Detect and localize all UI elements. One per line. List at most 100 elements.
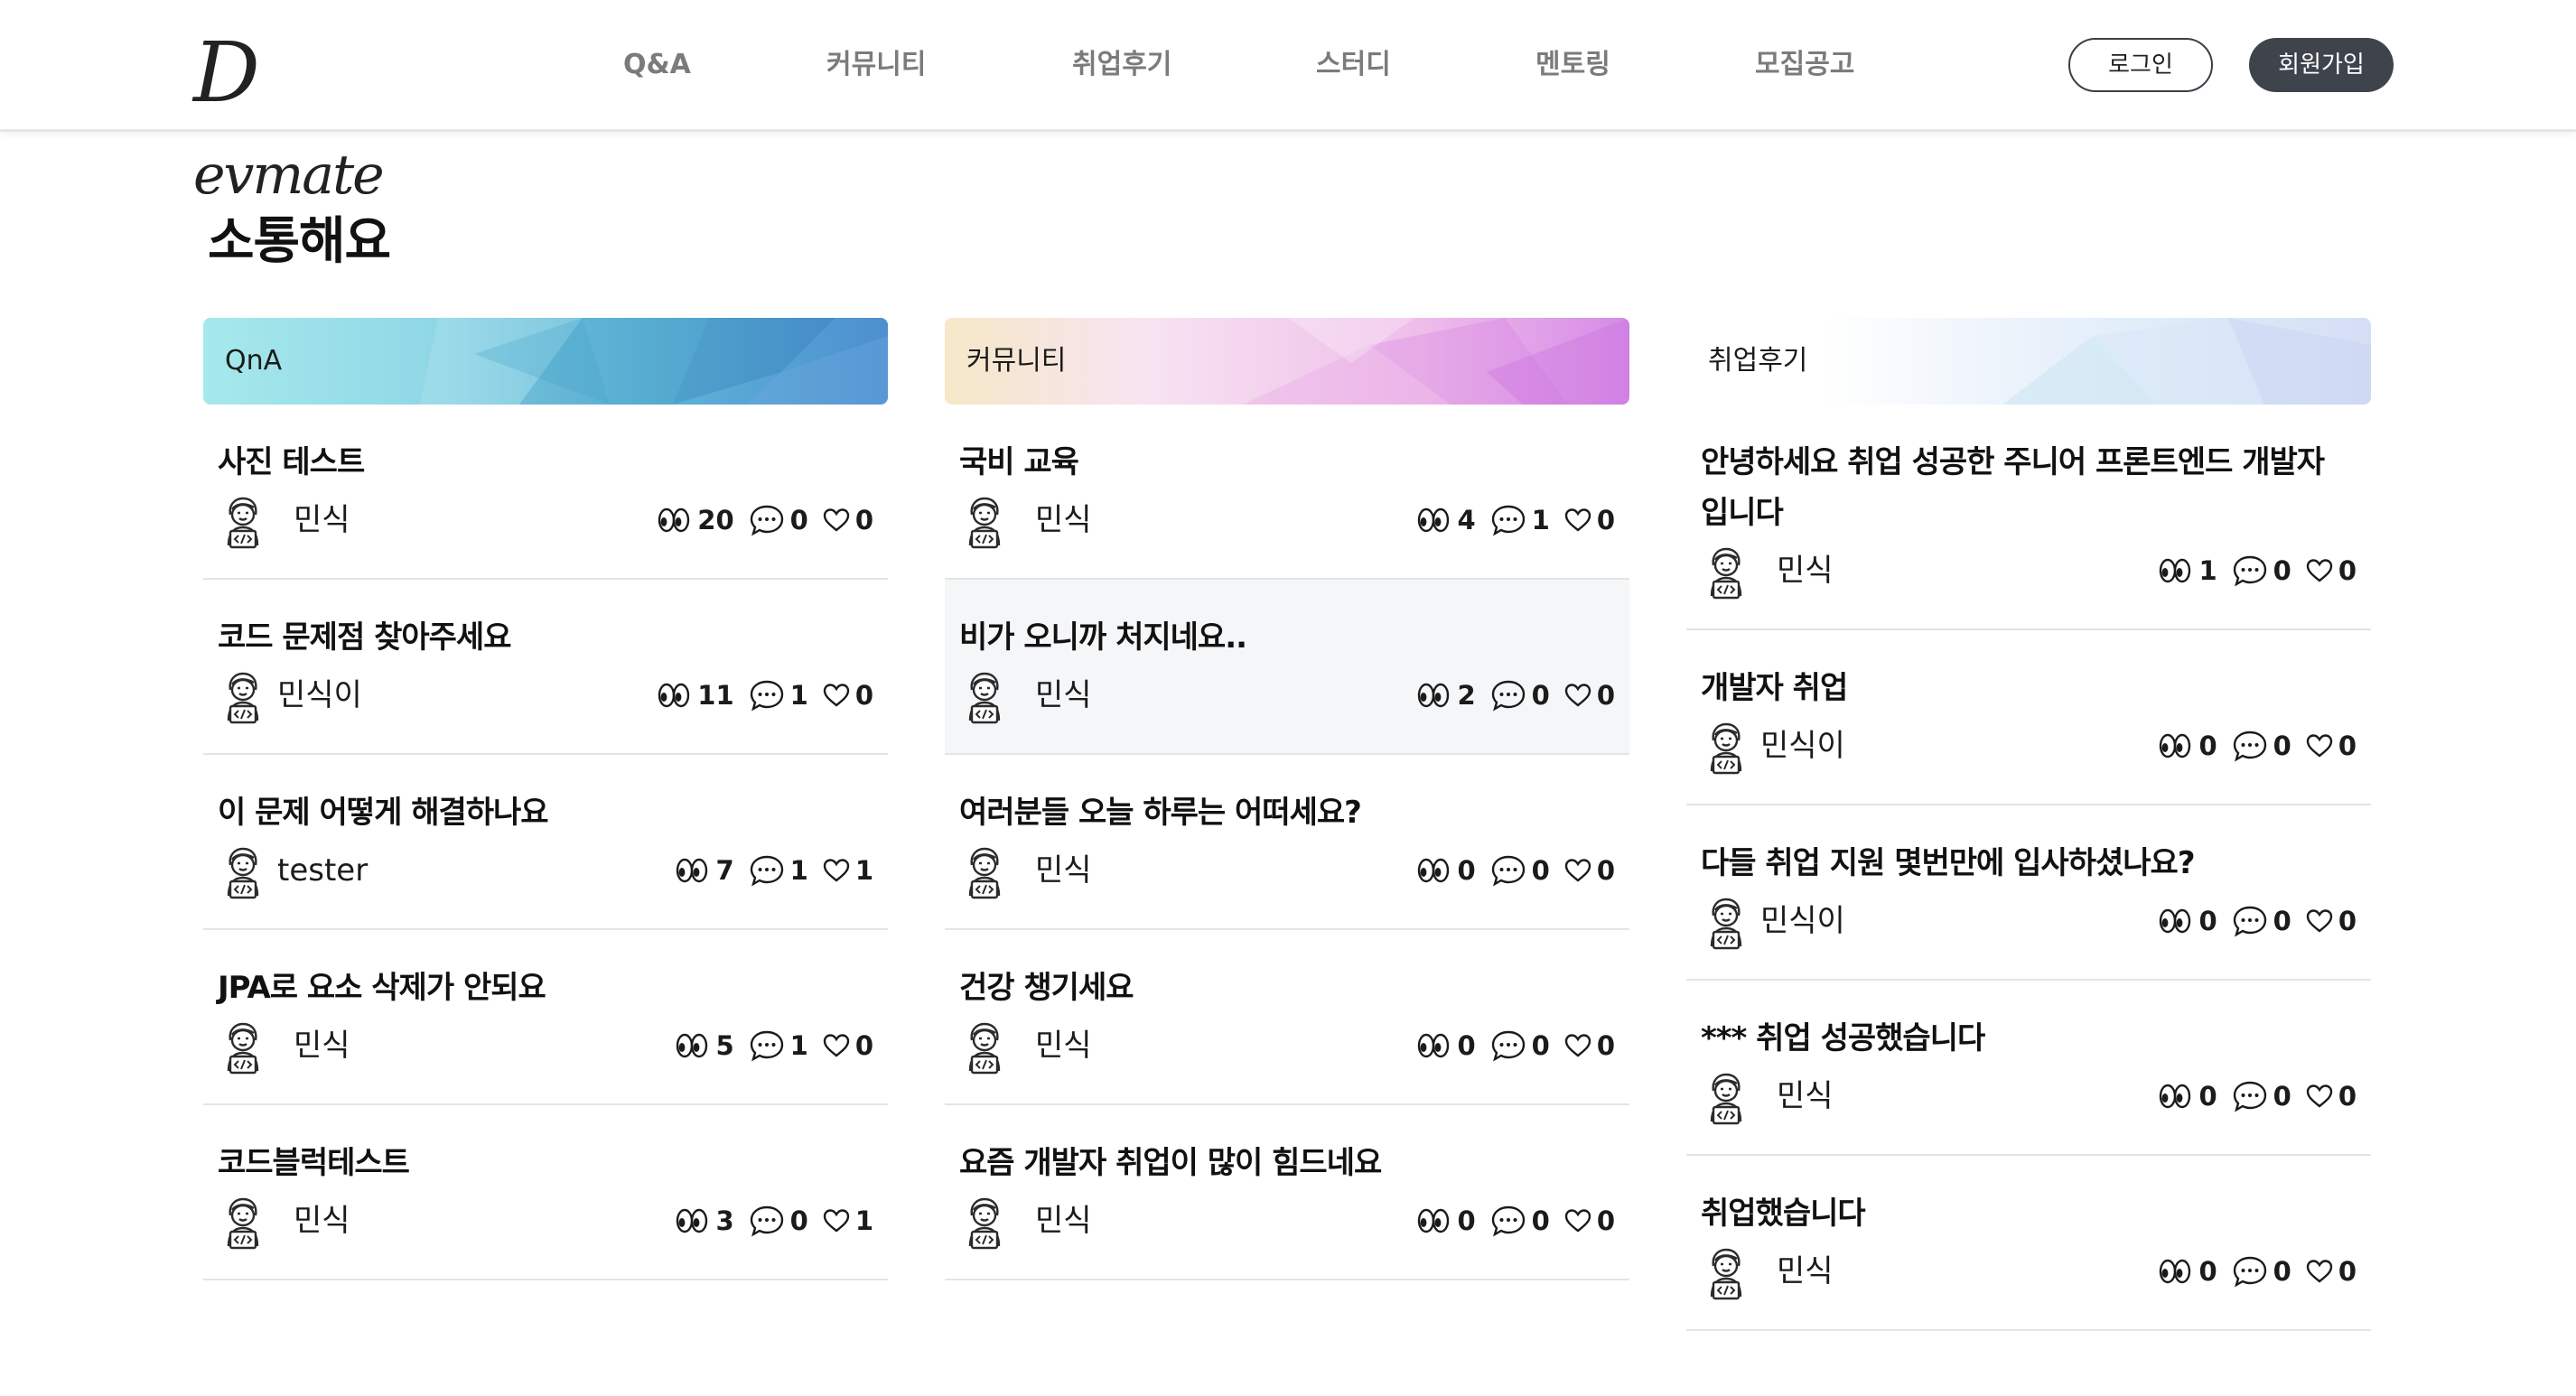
post-title[interactable]: 비가 오니까 처지네요.. bbox=[959, 612, 1591, 663]
speech-bubble-icon bbox=[1490, 1205, 1526, 1237]
like-count: 0 bbox=[823, 680, 873, 711]
post-stats: 0 0 0 bbox=[1415, 1019, 1615, 1073]
comment-count-value: 0 bbox=[1531, 855, 1550, 886]
post-item[interactable]: 요즘 개발자 취업이 많이 힘드네요 민식 0 0 0 bbox=[945, 1105, 1629, 1280]
post-item[interactable]: 건강 챙기세요 민식 0 0 0 bbox=[945, 930, 1629, 1105]
view-count-value: 2 bbox=[1457, 680, 1476, 711]
view-count: 0 bbox=[1415, 855, 1476, 886]
nav-job-reviews[interactable]: 취업후기 bbox=[1072, 42, 1171, 88]
developer-avatar-icon bbox=[959, 1020, 1010, 1075]
comment-count-value: 0 bbox=[1531, 680, 1550, 711]
view-count-value: 5 bbox=[715, 1030, 734, 1061]
post-item[interactable]: 코드 문제점 찾아주세요 민식이 11 1 0 bbox=[203, 580, 888, 755]
login-button[interactable]: 로그인 bbox=[2068, 38, 2213, 92]
post-title[interactable]: 안녕하세요 취업 성공한 주니어 프론트엔드 개발자입니다 bbox=[1701, 437, 2333, 538]
view-count: 11 bbox=[656, 680, 734, 711]
post-item[interactable]: JPA로 요소 삭제가 안되요 민식 5 1 0 bbox=[203, 930, 888, 1105]
developer-avatar-icon bbox=[1701, 721, 1751, 775]
comment-count: 1 bbox=[749, 854, 808, 887]
view-count: 7 bbox=[674, 855, 734, 886]
nav-community[interactable]: 커뮤니티 bbox=[826, 42, 926, 88]
job-reviews-board-header[interactable]: 취업후기 bbox=[1686, 318, 2371, 405]
post-author: 민식 bbox=[294, 1028, 350, 1064]
eyes-icon bbox=[656, 507, 692, 534]
like-count-value: 0 bbox=[2338, 906, 2357, 936]
post-title[interactable]: 건강 챙기세요 bbox=[959, 963, 1591, 1013]
comment-count: 1 bbox=[749, 679, 808, 712]
post-title[interactable]: 사진 테스트 bbox=[218, 437, 850, 488]
post-item[interactable]: 국비 교육 민식 4 1 0 bbox=[945, 405, 1629, 580]
devmate-logo[interactable]: Devmate bbox=[193, 16, 401, 207]
post-title[interactable]: 요즘 개발자 취업이 많이 힘드네요 bbox=[959, 1138, 1591, 1188]
post-title[interactable]: 코드블럭테스트 bbox=[218, 1138, 850, 1188]
post-author: 민식이 bbox=[1760, 903, 1845, 939]
community-board-header[interactable]: 커뮤니티 bbox=[945, 318, 1629, 405]
post-stats: 0 0 0 bbox=[2157, 1244, 2357, 1298]
post-title[interactable]: JPA로 요소 삭제가 안되요 bbox=[218, 963, 850, 1013]
nav-qna[interactable]: Q&A bbox=[623, 42, 691, 88]
post-item[interactable]: 안녕하세요 취업 성공한 주니어 프론트엔드 개발자입니다 민식 1 0 0 bbox=[1686, 405, 2371, 630]
nav-mentoring[interactable]: 멘토링 bbox=[1535, 42, 1610, 88]
speech-bubble-icon bbox=[2232, 905, 2268, 937]
community-column: 커뮤니티 국비 교육 민식 4 1 0 비가 오니까 처지네요.. 민식 2 0 0 여러분들 오늘 … bbox=[945, 318, 1629, 1280]
post-author: 민식이 bbox=[1760, 728, 1845, 764]
nav-recruitment[interactable]: 모집공고 bbox=[1755, 42, 1854, 88]
eyes-icon bbox=[674, 857, 710, 884]
comment-count-value: 0 bbox=[2273, 906, 2291, 936]
heart-icon bbox=[2306, 558, 2333, 583]
view-count-value: 0 bbox=[1457, 1030, 1476, 1061]
signup-button[interactable]: 회원가입 bbox=[2249, 38, 2394, 92]
post-title[interactable]: *** 취업 성공했습니다 bbox=[1701, 1013, 2333, 1064]
view-count-value: 0 bbox=[2198, 1256, 2217, 1287]
like-count: 0 bbox=[2306, 1081, 2357, 1112]
post-title[interactable]: 이 문제 어떻게 해결하나요 bbox=[218, 787, 850, 838]
post-item[interactable]: 여러분들 오늘 하루는 어떠세요? 민식 0 0 0 bbox=[945, 755, 1629, 930]
post-title[interactable]: 여러분들 오늘 하루는 어떠세요? bbox=[959, 787, 1591, 838]
like-count-value: 0 bbox=[2338, 1081, 2357, 1112]
like-count: 1 bbox=[823, 855, 873, 886]
post-title[interactable]: 취업했습니다 bbox=[1701, 1188, 2333, 1239]
post-title[interactable]: 국비 교육 bbox=[959, 437, 1591, 488]
developer-avatar-icon bbox=[959, 845, 1010, 899]
like-count: 1 bbox=[823, 1205, 873, 1236]
post-author: 민식 bbox=[1035, 852, 1092, 889]
speech-bubble-icon bbox=[749, 679, 785, 712]
speech-bubble-icon bbox=[2232, 1080, 2268, 1112]
post-title[interactable]: 다들 취업 지원 몇번만에 입사하셨나요? bbox=[1701, 838, 2333, 889]
heart-icon bbox=[1564, 1033, 1591, 1058]
post-meta: 민식 20 0 0 bbox=[218, 493, 873, 549]
post-item[interactable]: 코드블럭테스트 민식 3 0 1 bbox=[203, 1105, 888, 1280]
view-count-value: 0 bbox=[2198, 1081, 2217, 1112]
post-item[interactable]: 이 문제 어떻게 해결하나요 tester 7 1 1 bbox=[203, 755, 888, 930]
qna-board-header[interactable]: QnA bbox=[203, 318, 888, 405]
post-item[interactable]: *** 취업 성공했습니다 민식 0 0 0 bbox=[1686, 981, 2371, 1156]
post-stats: 20 0 0 bbox=[656, 493, 873, 547]
developer-avatar-icon bbox=[218, 495, 268, 549]
eyes-icon bbox=[2157, 1258, 2193, 1285]
comment-count: 0 bbox=[749, 1205, 808, 1237]
developer-avatar-icon bbox=[218, 1196, 268, 1250]
comment-count-value: 0 bbox=[2273, 1256, 2291, 1287]
post-item[interactable]: 취업했습니다 민식 0 0 0 bbox=[1686, 1156, 2371, 1331]
post-author: 민식 bbox=[1035, 677, 1092, 713]
post-title[interactable]: 코드 문제점 찾아주세요 bbox=[218, 612, 850, 663]
post-item[interactable]: 비가 오니까 처지네요.. 민식 2 0 0 bbox=[945, 580, 1629, 755]
view-count: 0 bbox=[1415, 1205, 1476, 1236]
comment-count: 0 bbox=[2232, 554, 2291, 587]
nav-study[interactable]: 스터디 bbox=[1316, 42, 1391, 88]
post-author: 민식이 bbox=[277, 677, 362, 713]
view-count: 3 bbox=[674, 1205, 734, 1236]
post-title[interactable]: 개발자 취업 bbox=[1701, 663, 2333, 713]
like-count: 0 bbox=[1564, 1030, 1615, 1061]
speech-bubble-icon bbox=[749, 504, 785, 536]
like-count-value: 0 bbox=[1596, 505, 1615, 535]
post-meta: 민식 4 1 0 bbox=[959, 493, 1615, 549]
comment-count: 1 bbox=[1490, 504, 1550, 536]
post-item[interactable]: 개발자 취업 민식이 0 0 0 bbox=[1686, 630, 2371, 805]
view-count: 2 bbox=[1415, 680, 1476, 711]
post-item[interactable]: 다들 취업 지원 몇번만에 입사하셨나요? 민식이 0 0 0 bbox=[1686, 805, 2371, 981]
post-item[interactable]: 사진 테스트 민식 20 0 0 bbox=[203, 405, 888, 580]
eyes-icon bbox=[2157, 732, 2193, 759]
comment-count-value: 1 bbox=[789, 680, 808, 711]
developer-avatar-icon bbox=[959, 670, 1010, 724]
